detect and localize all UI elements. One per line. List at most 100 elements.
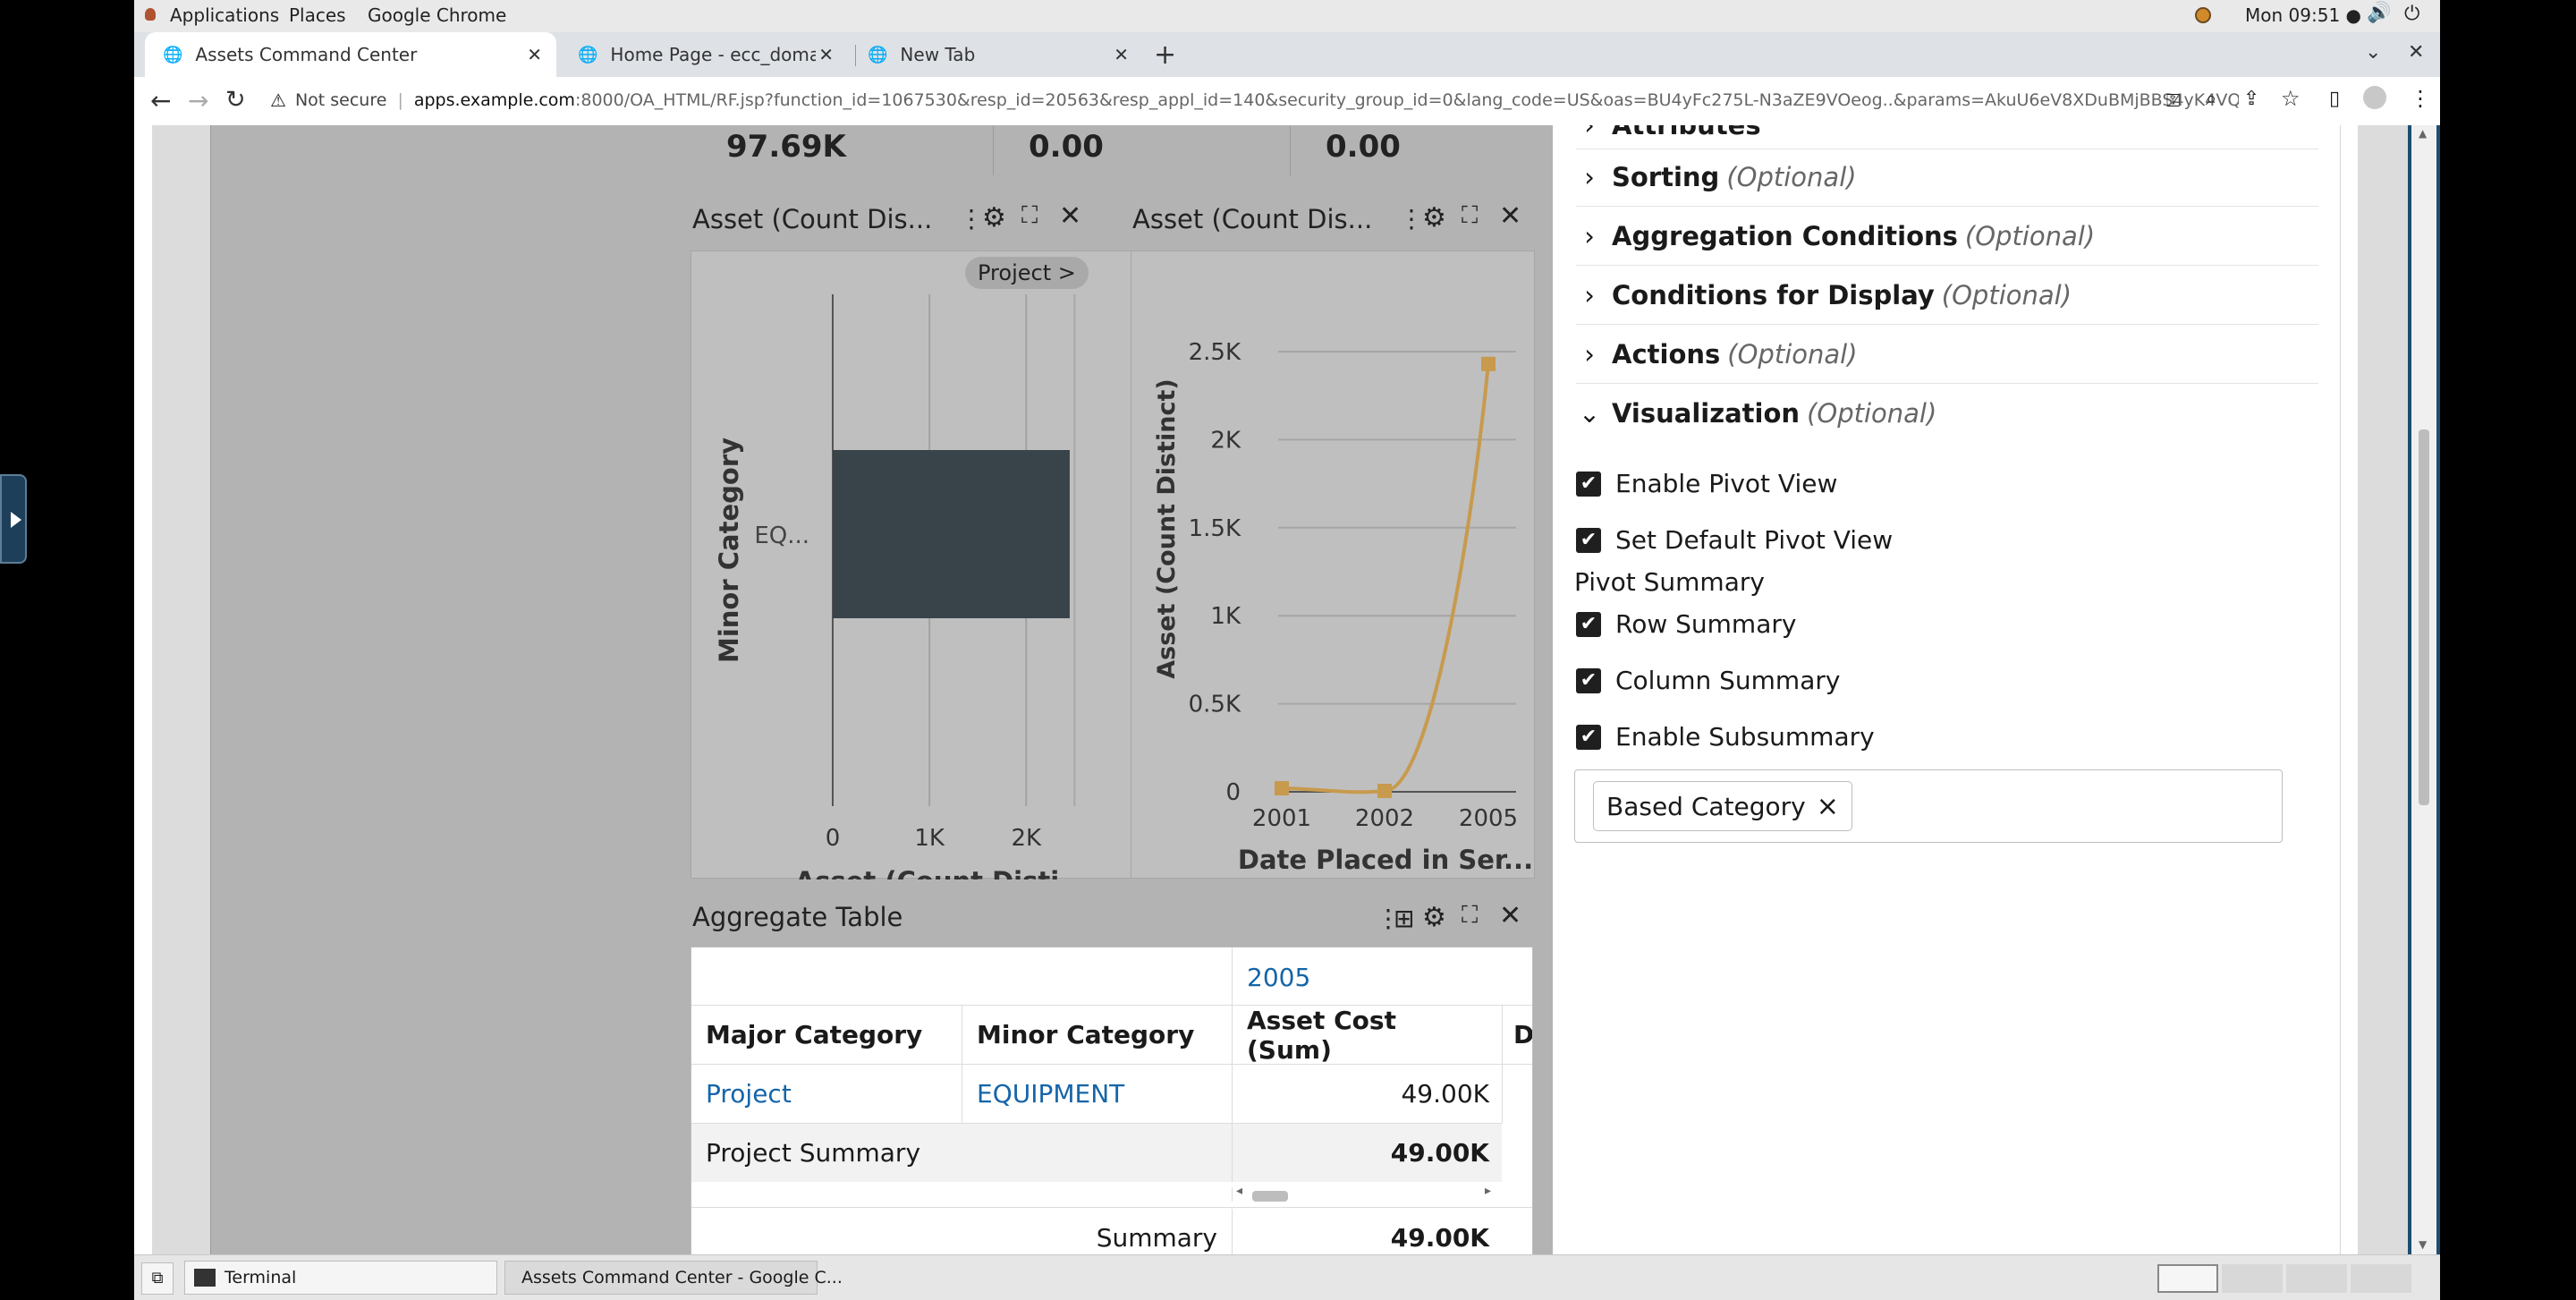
metric-value: 0.00 [1326, 129, 1401, 165]
checkbox-checked-icon[interactable]: ✔ [1576, 724, 1601, 750]
side-panel-icon[interactable]: ▯ [2329, 88, 2340, 110]
data-point [1377, 784, 1392, 799]
tab-separator [855, 45, 856, 66]
scroll-down-icon[interactable]: ▼ [2419, 1238, 2427, 1251]
aggregate-table-card: Aggregate Table ⋮ ⊞ ⚙ ⛶ ✕ 2005 Major Cat… [691, 900, 1674, 1254]
taskbar-chrome[interactable]: Assets Command Center - Google C... [504, 1261, 843, 1295]
chip-remove-icon[interactable]: × [1817, 791, 1839, 822]
more-options-icon[interactable]: ⋮ [959, 204, 984, 234]
new-tab-button[interactable]: + [1154, 39, 1176, 71]
show-desktop-button[interactable]: ⧉ [141, 1262, 174, 1295]
section-label: Conditions for Display [1612, 280, 1935, 310]
page-scrollbar[interactable]: ▲ ▼ [2408, 125, 2440, 1254]
column-header-major-category[interactable]: Major Category [691, 1005, 962, 1064]
tab-new-tab[interactable]: 🌐 New Tab ✕ [857, 32, 1143, 77]
close-tab-icon[interactable]: ✕ [1114, 44, 1129, 65]
close-window-icon[interactable]: ✕ [2408, 41, 2424, 64]
expand-icon[interactable]: ⛶ [1462, 202, 1478, 230]
y-tick-label: 0.5K [1189, 692, 1241, 718]
configuration-panel: › Attributes › Sorting (Optional) › Aggr… [1553, 125, 2358, 1254]
browser-toolbar: ← → ↻ ⚠ Not secure | apps.example.com :8… [134, 77, 2440, 126]
google-chrome-menu[interactable]: Google Chrome [368, 4, 506, 26]
scroll-left-icon[interactable]: ◂ [1236, 1184, 1242, 1198]
close-icon[interactable]: ✕ [1499, 900, 1521, 931]
chevron-right-icon: › [1584, 125, 1595, 140]
clock[interactable]: Mon 09:51 ● [2245, 4, 2361, 26]
checkbox-checked-icon[interactable]: ✔ [1576, 471, 1601, 497]
bookmark-star-icon[interactable]: ☆ [2281, 86, 2301, 111]
system-top-bar: Applications Places Google Chrome Mon 09… [134, 0, 2440, 32]
checkbox-checked-icon[interactable]: ✔ [1576, 527, 1601, 553]
section-sorting[interactable]: › Sorting (Optional) [1576, 149, 2318, 207]
checkbox-checked-icon[interactable]: ✔ [1576, 667, 1601, 693]
section-visualization[interactable]: ⌄ Visualization (Optional) [1576, 385, 2318, 442]
more-options-icon[interactable]: ⋮ [1399, 204, 1424, 234]
cell-major-category[interactable]: Project [691, 1064, 962, 1123]
section-conditions-for-display[interactable]: › Conditions for Display (Optional) [1576, 267, 2318, 325]
close-tab-icon[interactable]: ✕ [818, 44, 834, 65]
close-icon[interactable]: ✕ [1059, 200, 1081, 232]
y-tick-label: 2.5K [1189, 339, 1241, 366]
expand-icon[interactable]: ⛶ [1021, 202, 1038, 230]
scroll-thumb[interactable] [1252, 1191, 1288, 1202]
applications-menu[interactable]: Applications [170, 4, 279, 26]
column-header-minor-category[interactable]: Minor Category [962, 1005, 1232, 1064]
cell-minor-category[interactable]: EQUIPMENT [962, 1064, 1232, 1123]
tick-label: 1K [914, 825, 945, 852]
close-icon[interactable]: ✕ [1499, 200, 1521, 232]
workspace-1[interactable] [2157, 1264, 2218, 1293]
row-summary-checkbox[interactable]: ✔ Row Summary [1576, 609, 1796, 639]
enable-pivot-view-checkbox[interactable]: ✔ Enable Pivot View [1576, 469, 1837, 498]
scroll-thumb[interactable] [2419, 429, 2429, 805]
volume-icon[interactable]: 🔊 [2367, 2, 2391, 24]
tab-assets-command-center[interactable]: 🌐 Assets Command Center ✕ [145, 32, 556, 77]
gear-icon[interactable]: ⚙ [1422, 902, 1446, 933]
workspace-2[interactable] [2222, 1264, 2283, 1293]
workspace-3[interactable] [2286, 1264, 2347, 1293]
back-icon[interactable]: ← [150, 86, 171, 115]
side-panel-toggle[interactable] [0, 474, 27, 564]
tab-search-icon[interactable]: ⌄ [2365, 41, 2381, 64]
enable-subsummary-checkbox[interactable]: ✔ Enable Subsummary [1576, 722, 1875, 752]
table-layout-icon[interactable]: ⊞ [1394, 904, 1414, 933]
forward-icon[interactable]: → [188, 86, 208, 115]
scroll-up-icon[interactable]: ▲ [2419, 127, 2427, 140]
menu-kebab-icon[interactable]: ⋮ [2410, 86, 2431, 111]
set-default-pivot-view-checkbox[interactable]: ✔ Set Default Pivot View [1576, 525, 1893, 555]
selected-chip[interactable]: Based Category × [1593, 781, 1852, 831]
reload-icon[interactable]: ↻ [225, 86, 246, 114]
subsummary-select-field[interactable]: Based Category × [1574, 769, 2283, 843]
workspace-4[interactable] [2351, 1264, 2411, 1293]
chevron-down-icon: ⌄ [1578, 398, 1601, 429]
expand-icon[interactable]: ⛶ [1462, 902, 1478, 930]
share-icon[interactable]: ⇪ [2243, 88, 2259, 110]
gear-icon[interactable]: ⚙ [982, 202, 1006, 234]
column-summary-checkbox[interactable]: ✔ Column Summary [1576, 666, 1840, 695]
address-bar[interactable]: ⚠ Not secure | apps.example.com :8000/OA… [259, 82, 2299, 118]
tab-home-page[interactable]: 🌐 Home Page - ecc_domain ✕ [562, 32, 848, 77]
section-label: Actions [1612, 339, 1721, 370]
security-label[interactable]: Not secure [295, 90, 387, 110]
zoom-icon[interactable]: ⌕ [2206, 88, 2216, 110]
section-actions[interactable]: › Actions (Optional) [1576, 326, 2318, 384]
warning-icon: ⚠ [270, 89, 286, 111]
gear-icon[interactable]: ⚙ [1422, 202, 1446, 234]
power-icon[interactable]: ⏻ [2404, 3, 2419, 25]
taskbar-terminal[interactable]: Terminal [184, 1261, 497, 1295]
key-icon[interactable]: ⚿ [2166, 89, 2180, 111]
profile-avatar[interactable] [2363, 86, 2386, 109]
card-title: Aggregate Table [692, 902, 903, 932]
cell-empty [1502, 1064, 1532, 1123]
total-value: 49.00K [1232, 1209, 1502, 1254]
horizontal-scrollbar[interactable]: ◂ ▸ [1232, 1184, 1503, 1202]
column-year-header[interactable]: 2005 [1232, 947, 1500, 1007]
section-aggregation-conditions[interactable]: › Aggregation Conditions (Optional) [1576, 208, 2318, 266]
close-tab-icon[interactable]: ✕ [527, 44, 542, 65]
panel-section-partial[interactable]: › Attributes [1576, 125, 2318, 149]
scroll-right-icon[interactable]: ▸ [1485, 1184, 1491, 1198]
column-header-truncated[interactable]: D [1502, 1005, 1532, 1064]
column-header-asset-cost[interactable]: Asset Cost (Sum) [1232, 1005, 1502, 1065]
checkbox-checked-icon[interactable]: ✔ [1576, 611, 1601, 637]
tab-title: Assets Command Center [195, 44, 418, 65]
places-menu[interactable]: Places [289, 4, 346, 26]
